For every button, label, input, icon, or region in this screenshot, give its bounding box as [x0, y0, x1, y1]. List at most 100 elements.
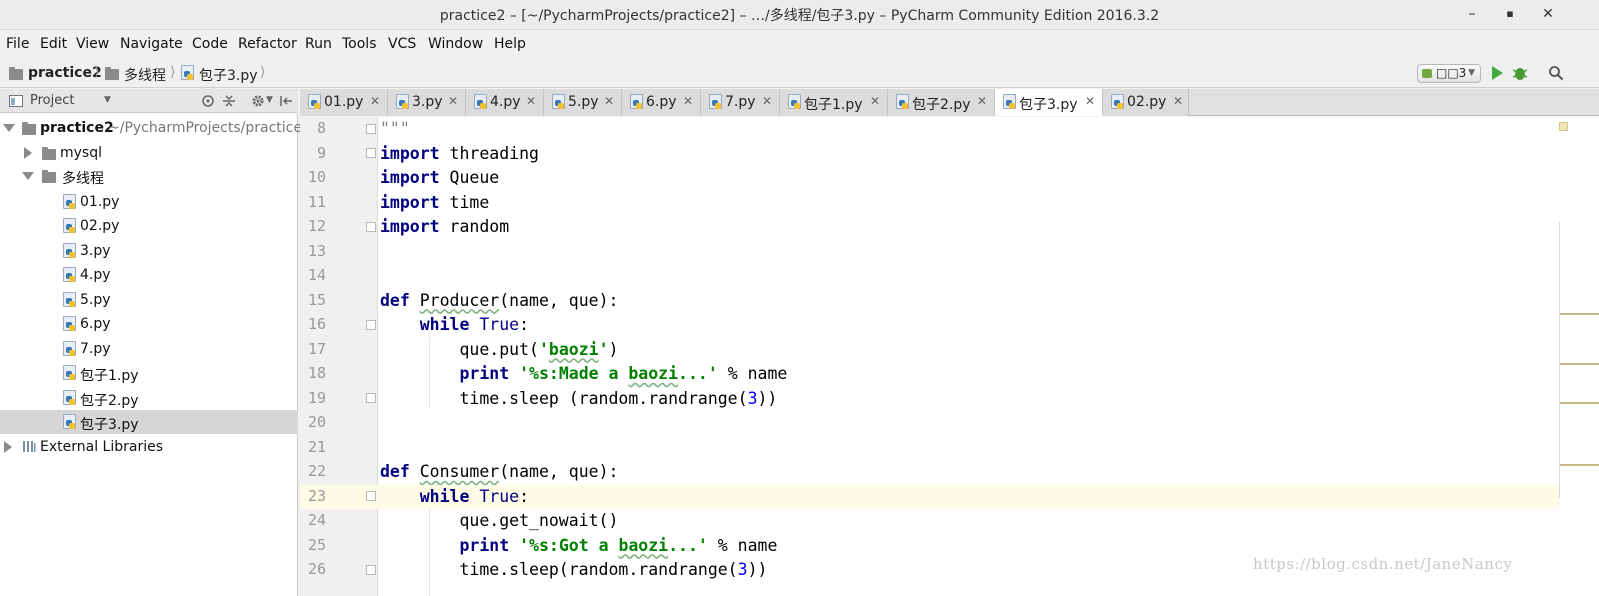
scroll-mark[interactable] [1559, 313, 1599, 315]
code-line[interactable]: 24 que.get_nowait() [300, 509, 1599, 534]
menu-run[interactable]: Run [305, 36, 332, 52]
close-tab-icon[interactable]: ✕ [1173, 94, 1183, 108]
target-icon[interactable] [201, 94, 215, 108]
expand-arrow-icon[interactable] [4, 441, 12, 453]
fold-marker-icon[interactable] [366, 148, 376, 158]
tree-item-folder[interactable]: 多线程 [0, 164, 298, 188]
tree-item-file[interactable]: 6.py [0, 312, 298, 336]
tree-item-folder[interactable]: mysql [0, 141, 298, 165]
run-icon[interactable] [1489, 65, 1505, 81]
tree-item-file[interactable]: 3.py [0, 239, 298, 263]
tree-item-file-selected[interactable]: 包子3.py [0, 410, 298, 434]
tree-item-file[interactable]: 5.py [0, 288, 298, 312]
scroll-mark[interactable] [1559, 363, 1599, 365]
tab-01-py[interactable]: 01.py ✕ [300, 89, 388, 116]
code-line[interactable]: 9 import threading [300, 142, 1599, 167]
hide-panel-icon[interactable] [279, 94, 293, 108]
menu-window[interactable]: Window [428, 36, 483, 52]
tab-7-py[interactable]: 7.py ✕ [701, 89, 780, 116]
code-line[interactable]: 10 import Queue [300, 166, 1599, 191]
chevron-down-icon[interactable]: ▼ [104, 95, 111, 105]
tree-item-file[interactable]: 4.py [0, 263, 298, 287]
close-tab-icon[interactable]: ✕ [683, 94, 693, 108]
menu-code[interactable]: Code [192, 36, 228, 52]
code-line[interactable]: 15 def Producer(name, que): [300, 289, 1599, 314]
menu-tools[interactable]: Tools [342, 36, 377, 52]
tree-item-file[interactable]: 01.py [0, 190, 298, 214]
close-tab-icon[interactable]: ✕ [977, 94, 987, 108]
run-configuration-select[interactable]: □□3 ▼ [1417, 64, 1481, 83]
close-tab-icon[interactable]: ✕ [604, 94, 614, 108]
breadcrumb-file[interactable]: 包子3.py [199, 65, 258, 85]
fold-marker-icon[interactable] [366, 565, 376, 575]
code-line[interactable]: 21 [300, 436, 1599, 461]
expand-arrow-icon[interactable] [3, 124, 15, 132]
fold-marker-icon[interactable] [366, 491, 376, 501]
menu-view[interactable]: View [76, 36, 109, 52]
analysis-status-icon[interactable] [1559, 122, 1568, 131]
tree-item-file[interactable]: 包子1.py [0, 361, 298, 385]
close-button[interactable]: ✕ [1537, 4, 1559, 24]
fold-marker-icon[interactable] [366, 320, 376, 330]
tab-baozi1-py[interactable]: 包子1.py ✕ [780, 89, 888, 116]
code-line[interactable]: 20 [300, 411, 1599, 436]
tab-5-py[interactable]: 5.py ✕ [544, 89, 622, 116]
breadcrumb-project[interactable]: practice2 [28, 65, 102, 81]
menu-navigate[interactable]: Navigate [120, 36, 183, 52]
menu-vcs[interactable]: VCS [388, 36, 416, 52]
close-tab-icon[interactable]: ✕ [1085, 94, 1095, 108]
close-tab-icon[interactable]: ✕ [448, 94, 458, 108]
maximize-button[interactable]: ▪ [1499, 4, 1521, 24]
code-line[interactable]: 13 [300, 240, 1599, 265]
tree-item-file[interactable]: 02.py [0, 214, 298, 238]
code-line[interactable]: 19 time.sleep (random.randrange(3)) [300, 387, 1599, 412]
code-line[interactable]: 18 print '%s:Made a baozi...' % name [300, 362, 1599, 387]
breadcrumb-folder[interactable]: 多线程 [124, 65, 166, 85]
code-line[interactable]: 8 """ [300, 117, 1599, 142]
project-panel-title[interactable]: Project [30, 93, 74, 108]
code-line[interactable]: 17 que.put('baozi') [300, 338, 1599, 363]
tab-02-py[interactable]: 02.py ✕ [1103, 89, 1189, 116]
debug-icon[interactable] [1511, 64, 1529, 82]
collapse-all-icon[interactable] [222, 94, 236, 108]
minimize-button[interactable]: – [1461, 4, 1483, 24]
close-tab-icon[interactable]: ✕ [526, 94, 536, 108]
close-tab-icon[interactable]: ✕ [762, 94, 772, 108]
tab-3-py[interactable]: 3.py ✕ [388, 89, 466, 116]
menu-help[interactable]: Help [494, 36, 526, 52]
expand-arrow-icon[interactable] [22, 172, 34, 180]
tree-item-external-libraries[interactable]: External Libraries [0, 435, 298, 459]
close-tab-icon[interactable]: ✕ [370, 94, 380, 108]
error-stripe[interactable] [1559, 117, 1599, 596]
scroll-mark[interactable] [1559, 402, 1599, 404]
code-line[interactable]: 22 def Consumer(name, que): [300, 460, 1599, 485]
tree-item-file[interactable]: 包子2.py [0, 386, 298, 410]
fold-marker-icon[interactable] [366, 393, 376, 403]
tab-baozi2-py[interactable]: 包子2.py ✕ [888, 89, 995, 116]
menu-refactor[interactable]: Refactor [238, 36, 297, 52]
menu-file[interactable]: File [6, 36, 29, 52]
chevron-down-icon[interactable]: ▼ [266, 95, 273, 105]
tree-item-file[interactable]: 7.py [0, 337, 298, 361]
fold-marker-icon[interactable] [366, 222, 376, 232]
tree-item-project-root[interactable]: practice2 ~/PycharmProjects/practice2 [0, 116, 311, 140]
code-line[interactable]: 14 [300, 264, 1599, 289]
gear-icon[interactable] [251, 94, 265, 108]
code-text: def Consumer(name, que): [380, 462, 619, 481]
fold-marker-icon[interactable] [366, 124, 376, 134]
code-line-current[interactable]: 23 while True: [300, 484, 1599, 509]
code-line[interactable]: 11 import time [300, 191, 1599, 216]
tab-baozi3-py-active[interactable]: 包子3.py ✕ [995, 89, 1103, 116]
expand-arrow-icon[interactable] [24, 147, 32, 159]
close-tab-icon[interactable]: ✕ [870, 94, 880, 108]
scrollbar-track[interactable] [1559, 222, 1560, 498]
code-line[interactable]: 12 import random [300, 215, 1599, 240]
tab-6-py[interactable]: 6.py ✕ [622, 89, 701, 116]
code-editor[interactable]: 8 """ 9 import threading 10 import Queue… [300, 117, 1599, 596]
project-panel-header: Project ▼ ▼ [0, 89, 298, 113]
code-line[interactable]: 16 while True: [300, 313, 1599, 338]
menu-edit[interactable]: Edit [40, 36, 67, 52]
search-icon[interactable] [1548, 65, 1564, 81]
scroll-mark[interactable] [1559, 464, 1599, 466]
tab-4-py[interactable]: 4.py ✕ [466, 89, 544, 116]
